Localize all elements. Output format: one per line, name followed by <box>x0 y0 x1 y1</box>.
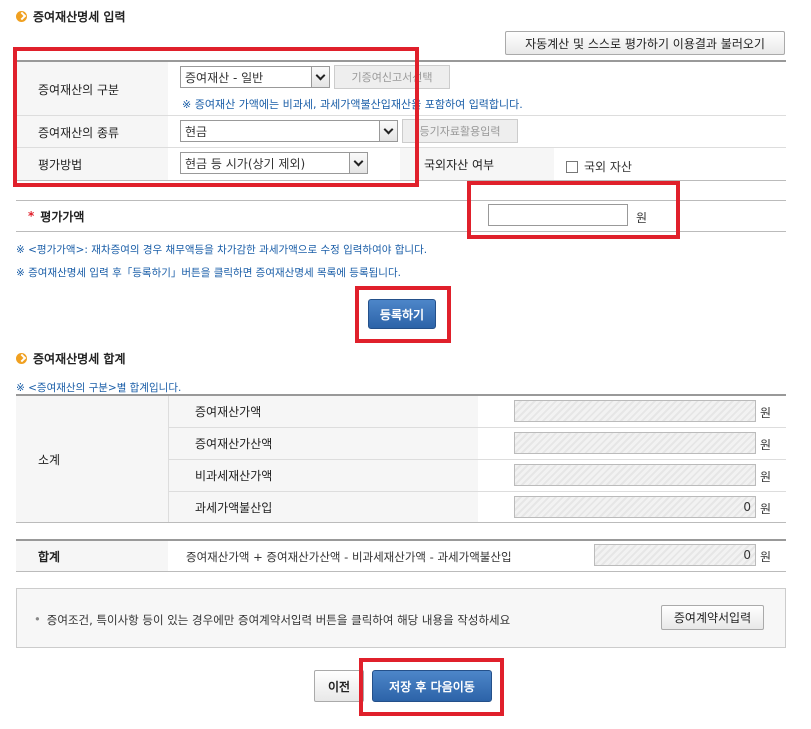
registry-data-input-button[interactable]: 등기자료활용입력 <box>402 119 518 143</box>
amount-label-text: 평가가액 <box>40 209 85 224</box>
summary-row-label-gift-value: 증여재산가액 <box>169 396 478 427</box>
summary-value-gift-addition <box>514 432 756 454</box>
subtotal-label-text: 소계 <box>38 452 61 467</box>
foreign-asset-checkbox-label: 국외 자산 <box>584 160 632 174</box>
section-bullet-icon <box>16 11 27 22</box>
foreign-asset-label: 국외자산 여부 <box>400 148 554 180</box>
highlight-box-register <box>355 286 451 343</box>
amount-label: * 평가가액 <box>16 201 476 231</box>
contract-notice-text: 증여조건, 특이사항 등이 있는 경우에만 증여계약서입력 버튼을 클릭하여 해… <box>46 613 511 627</box>
total-label-text: 합계 <box>38 549 61 564</box>
contract-input-button[interactable]: 증여계약서입력 <box>661 605 764 630</box>
highlight-box-property <box>13 47 419 187</box>
summary-row-label-text: 증여재산가산액 <box>195 437 273 451</box>
summary-unit: 원 <box>760 406 772 420</box>
foreign-asset-checkbox-group[interactable]: 국외 자산 <box>566 158 632 175</box>
summary-row-label-nontaxable: 비과세재산가액 <box>169 460 478 491</box>
summary-note: ※ <증여재산의 구분>별 합계입니다. <box>16 382 182 394</box>
summary-row-label-text: 비과세재산가액 <box>195 469 273 483</box>
section-title-text: 증여재산명세 합계 <box>33 352 126 366</box>
load-results-button[interactable]: 자동계산 및 스스로 평가하기 이용결과 불러오기 <box>505 31 785 55</box>
summary-unit: 원 <box>760 438 772 452</box>
summary-unit: 원 <box>760 470 772 484</box>
summary-unit: 원 <box>760 502 772 516</box>
section-title-text: 증여재산명세 입력 <box>33 10 126 24</box>
row-divider <box>16 571 786 572</box>
subtotal-label: 소계 <box>16 396 168 522</box>
summary-row-label-text: 증여재산가액 <box>195 405 262 419</box>
section-bullet-icon <box>16 353 27 364</box>
total-label: 합계 <box>16 541 168 571</box>
total-value-text: 0 <box>743 548 751 562</box>
summary-value-nontaxable <box>514 464 756 486</box>
total-unit: 원 <box>760 550 772 564</box>
highlight-box-amount <box>467 181 680 239</box>
total-value: 0 <box>594 544 756 566</box>
summary-row-label-gift-addition: 증여재산가산액 <box>169 428 478 459</box>
foreign-asset-label-text: 국외자산 여부 <box>424 157 495 172</box>
section-title-summary: 증여재산명세 합계 <box>16 350 126 367</box>
highlight-box-save-next <box>359 658 504 716</box>
contract-notice: • 증여조건, 특이사항 등이 있는 경우에만 증여계약서입력 버튼을 클릭하여… <box>34 612 510 628</box>
amount-note: ※ <평가가액>: 재차증여의 경우 채무액등을 차가감한 과세가액으로 수정 … <box>16 244 428 256</box>
summary-value-gift-value <box>514 400 756 422</box>
summary-value-text: 0 <box>743 500 751 514</box>
section-title-input: 증여재산명세 입력 <box>16 8 126 25</box>
total-formula: 증여재산가액 + 증여재산가산액 - 비과세재산가액 - 과세가액불산입 <box>186 550 512 564</box>
register-note: ※ 증여재산명세 입력 후「등록하기」버튼을 클릭하면 증여재산명세 목록에 등… <box>16 267 401 279</box>
bullet-dot-icon: • <box>34 612 41 626</box>
summary-value-excluded: 0 <box>514 496 756 518</box>
prev-button[interactable]: 이전 <box>314 670 364 702</box>
foreign-asset-checkbox[interactable] <box>566 160 578 173</box>
summary-row-label-excluded: 과세가액불산입 <box>169 492 478 522</box>
summary-row-label-text: 과세가액불산입 <box>195 500 273 515</box>
row-divider <box>16 522 786 523</box>
required-mark: * <box>28 209 35 223</box>
